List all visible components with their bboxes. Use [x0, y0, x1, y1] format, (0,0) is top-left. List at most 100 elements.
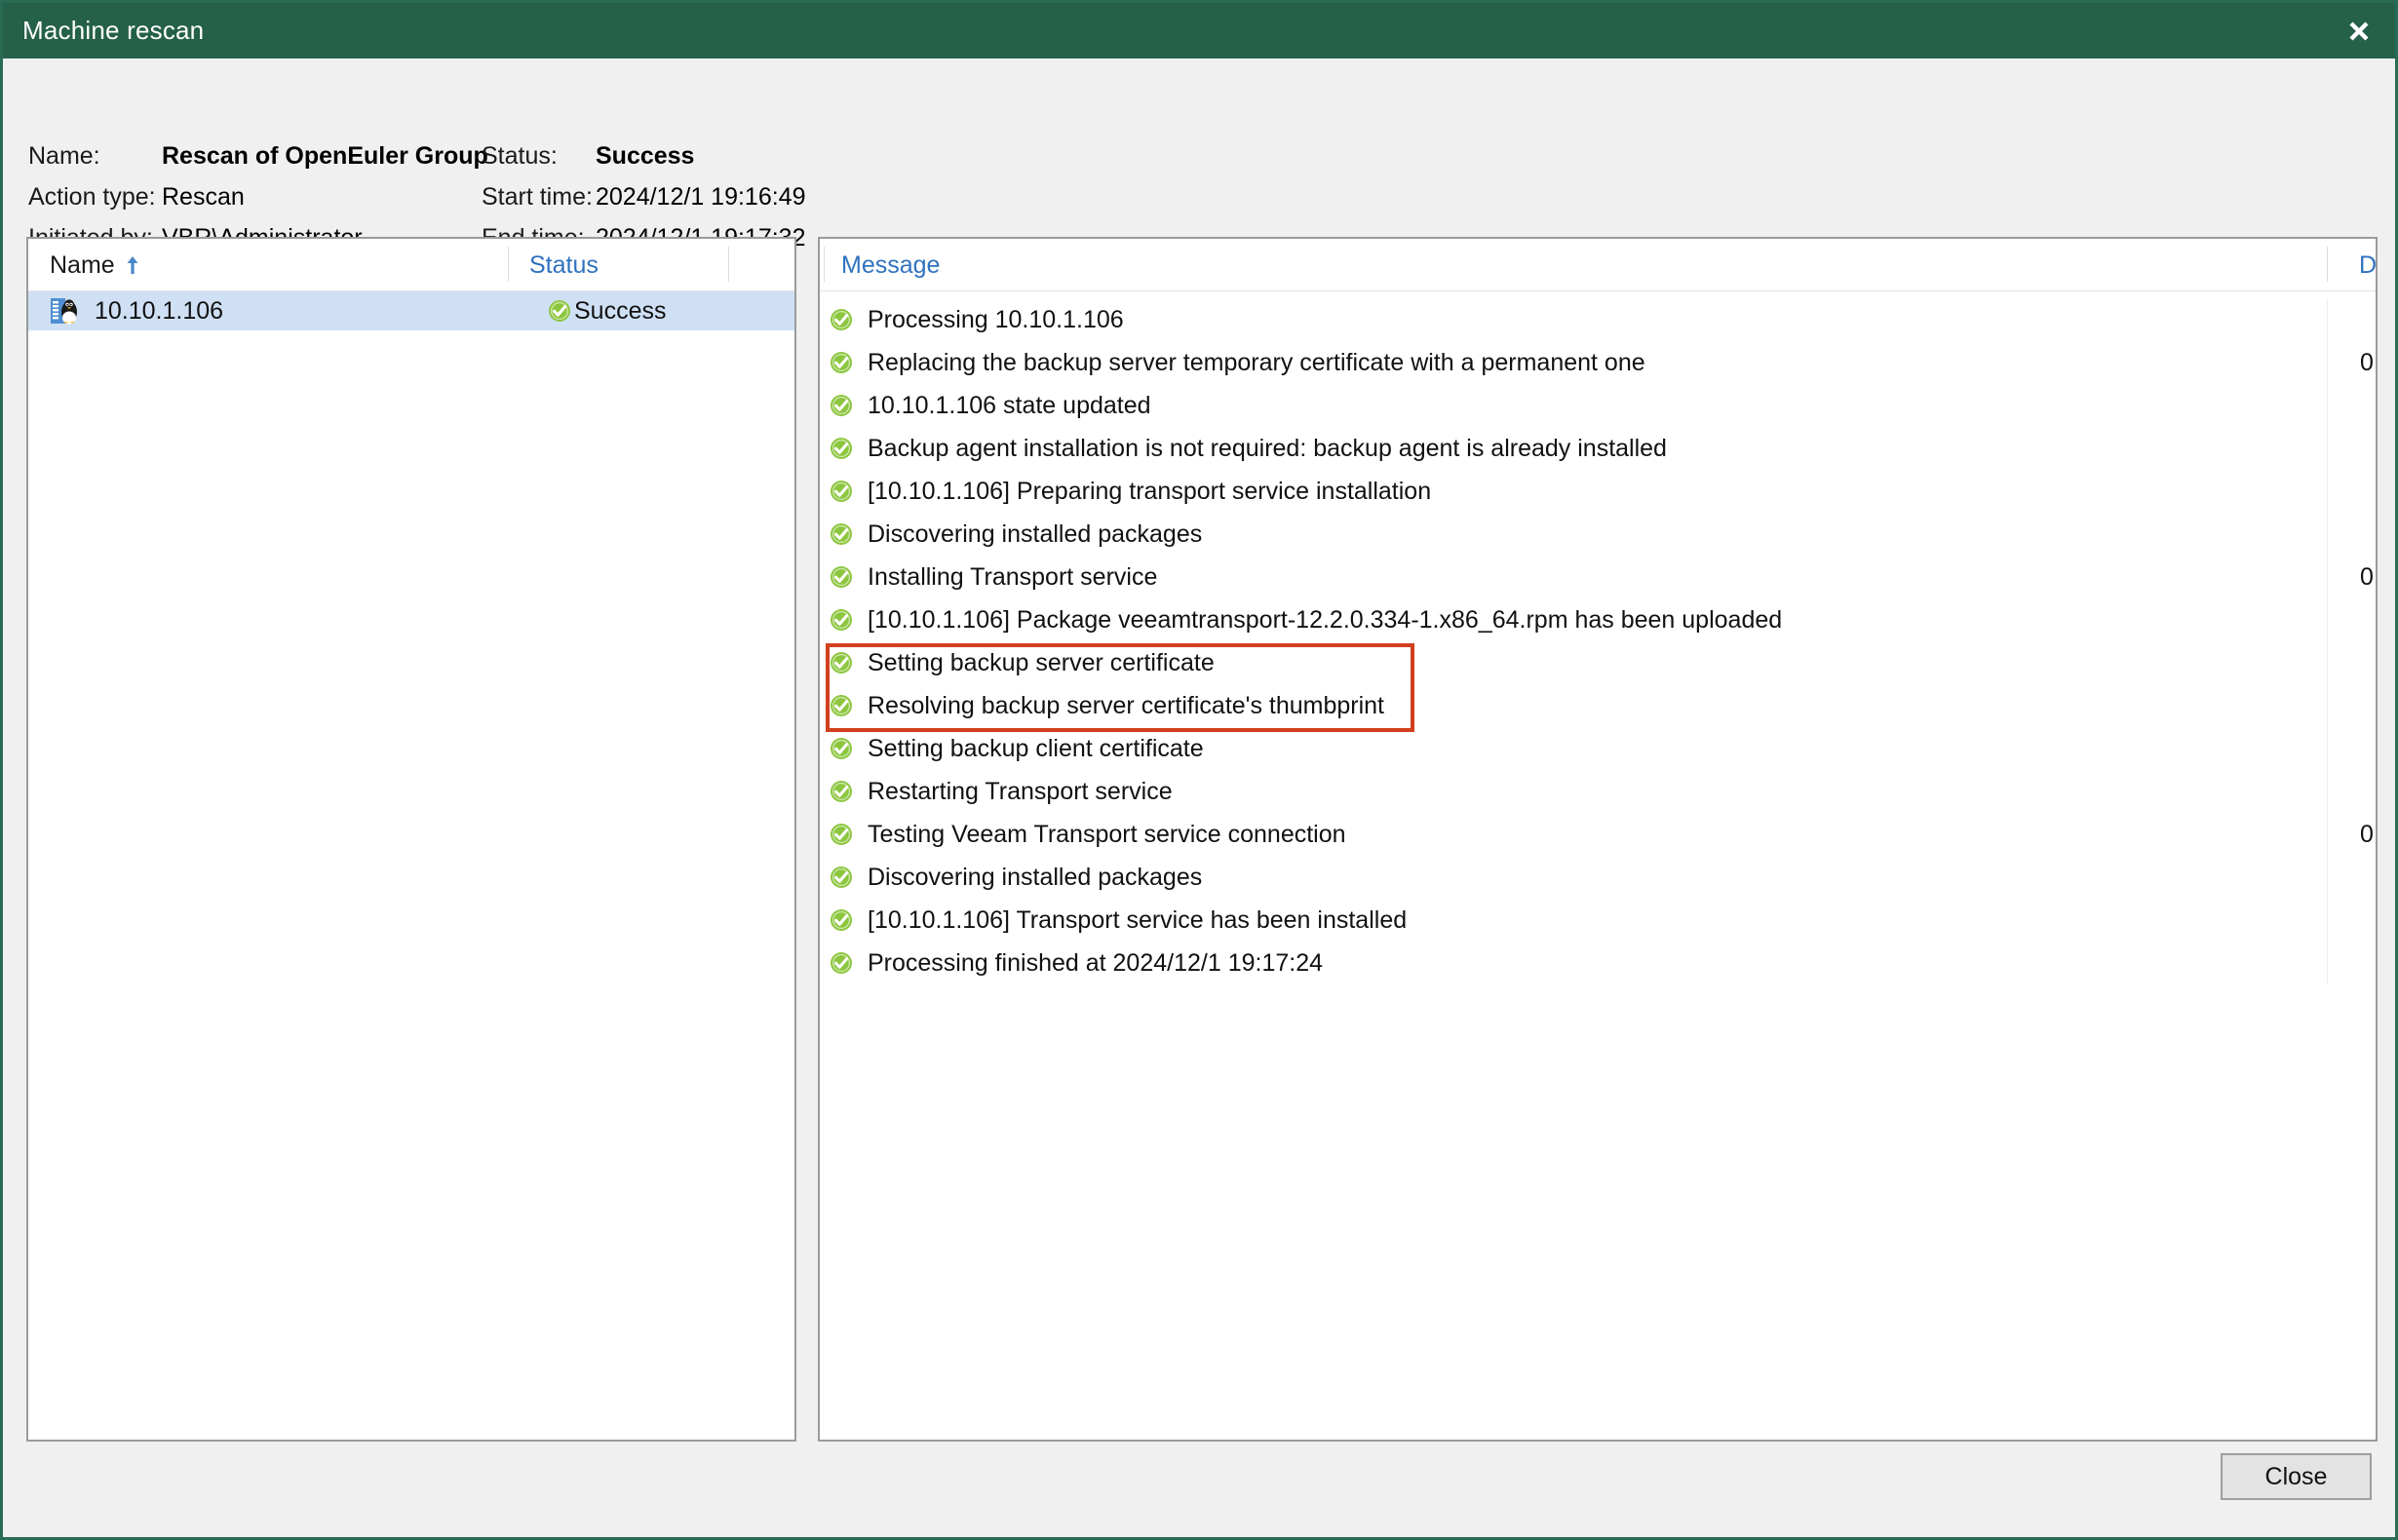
machines-list: 10.10.1.106 Success	[28, 291, 794, 330]
summary-action-type-value: Rescan	[162, 183, 245, 211]
message-row[interactable]: Processing 10.10.1.106	[820, 298, 2376, 341]
summary-name-label: Name:	[28, 142, 100, 170]
row-column-divider	[2327, 598, 2328, 641]
message-text: Replacing the backup server temporary ce…	[868, 348, 1645, 376]
success-check-icon	[830, 908, 853, 932]
row-column-divider	[2327, 384, 2328, 427]
message-text: Processing 10.10.1.106	[868, 305, 1124, 333]
message-duration: 0:00:03	[2360, 820, 2376, 848]
message-text: Resolving backup server certificate's th…	[868, 691, 1385, 719]
row-column-divider	[2327, 856, 2328, 899]
message-row[interactable]: Installing Transport service 0:00:11	[820, 556, 2376, 598]
message-row[interactable]: Discovering installed packages	[820, 513, 2376, 556]
row-column-divider	[2327, 942, 2328, 984]
row-column-divider	[2327, 770, 2328, 813]
summary-status-label: Status:	[482, 142, 558, 170]
column-divider[interactable]	[508, 247, 509, 282]
summary-start-time-label: Start time:	[482, 183, 593, 211]
message-text: Discovering installed packages	[868, 863, 1203, 891]
message-row[interactable]: Processing finished at 2024/12/1 19:17:2…	[820, 942, 2376, 984]
messages-panel: Message Duration Processing 10.10.1.106 R…	[818, 237, 2378, 1442]
message-row[interactable]: [10.10.1.106] Package veeamtransport-12.…	[820, 598, 2376, 641]
message-row[interactable]: Setting backup client certificate	[820, 727, 2376, 770]
success-check-icon	[830, 694, 853, 717]
message-text: [10.10.1.106] Transport service has been…	[868, 905, 1408, 934]
success-check-icon	[830, 522, 853, 546]
success-check-icon	[830, 737, 853, 760]
row-column-divider	[2327, 427, 2328, 470]
success-check-icon	[548, 299, 571, 323]
success-check-icon	[830, 651, 853, 674]
messages-column-header: Message Duration	[820, 239, 2376, 291]
success-check-icon	[830, 308, 853, 331]
column-divider[interactable]	[2327, 247, 2328, 282]
machine-name: 10.10.1.106	[95, 296, 224, 325]
dialog-footer: Close	[3, 1442, 2395, 1537]
message-text: Installing Transport service	[868, 562, 1158, 591]
machines-column-header: Name Status	[28, 239, 794, 291]
column-header-message[interactable]: Message	[841, 251, 940, 280]
message-row[interactable]: Testing Veeam Transport service connecti…	[820, 813, 2376, 856]
message-row[interactable]: 10.10.1.106 state updated	[820, 384, 2376, 427]
column-divider[interactable]	[728, 247, 729, 282]
success-check-icon	[830, 823, 853, 846]
row-column-divider	[2327, 684, 2328, 727]
message-duration: 0:00:11	[2360, 562, 2376, 591]
close-button[interactable]: Close	[2221, 1453, 2372, 1500]
message-row[interactable]: [10.10.1.106] Preparing transport servic…	[820, 470, 2376, 513]
row-column-divider	[2327, 298, 2328, 341]
summary-name-value: Rescan of OpenEuler Group	[162, 142, 488, 170]
message-text: Testing Veeam Transport service connecti…	[868, 820, 1346, 848]
machine-rescan-dialog: Machine rescan Name: Rescan of OpenEuler…	[0, 0, 2398, 1540]
message-text: Setting backup client certificate	[868, 734, 1204, 762]
message-text: Discovering installed packages	[868, 520, 1203, 548]
machines-panel: Name Status 10.10.1.106 Success	[26, 237, 796, 1442]
summary-header: Name: Rescan of OpenEuler Group Action t…	[3, 58, 2395, 251]
window-title: Machine rescan	[22, 16, 205, 45]
window-close-button[interactable]	[2323, 3, 2395, 58]
success-check-icon	[830, 480, 853, 503]
message-row[interactable]: Replacing the backup server temporary ce…	[820, 341, 2376, 384]
row-column-divider	[2327, 641, 2328, 684]
message-text: Processing finished at 2024/12/1 19:17:2…	[868, 948, 1324, 977]
message-text: 10.10.1.106 state updated	[868, 391, 1151, 419]
success-check-icon	[830, 394, 853, 417]
message-row[interactable]: Discovering installed packages	[820, 856, 2376, 899]
message-row[interactable]: Resolving backup server certificate's th…	[820, 684, 2376, 727]
row-column-divider	[2327, 556, 2328, 598]
column-divider[interactable]	[824, 247, 825, 282]
success-check-icon	[830, 866, 853, 889]
message-row[interactable]: [10.10.1.106] Transport service has been…	[820, 899, 2376, 942]
success-check-icon	[830, 437, 853, 460]
table-row[interactable]: 10.10.1.106 Success	[28, 291, 794, 330]
machine-status: Success	[574, 296, 667, 325]
row-column-divider	[2327, 341, 2328, 384]
column-header-duration[interactable]: Duration	[2359, 251, 2376, 280]
success-check-icon	[830, 608, 853, 632]
success-check-icon	[830, 351, 853, 374]
message-duration: 0:00:03	[2360, 348, 2376, 376]
message-row[interactable]: Setting backup server certificate	[820, 641, 2376, 684]
message-row[interactable]: Backup agent installation is not require…	[820, 427, 2376, 470]
message-text: [10.10.1.106] Preparing transport servic…	[868, 477, 1432, 505]
messages-list: Processing 10.10.1.106 Replacing the back…	[820, 291, 2376, 984]
column-header-status[interactable]: Status	[529, 251, 599, 280]
close-icon	[2346, 19, 2372, 44]
row-column-divider	[2327, 513, 2328, 556]
title-bar: Machine rescan	[3, 3, 2395, 58]
row-column-divider	[2327, 470, 2328, 513]
success-check-icon	[830, 565, 853, 589]
column-header-name[interactable]: Name	[50, 251, 115, 280]
success-check-icon	[830, 780, 853, 803]
message-text: [10.10.1.106] Package veeamtransport-12.…	[868, 605, 1783, 634]
row-column-divider	[2327, 727, 2328, 770]
message-row[interactable]: Restarting Transport service	[820, 770, 2376, 813]
linux-server-icon	[50, 297, 79, 325]
summary-action-type-label: Action type:	[28, 183, 156, 211]
message-text: Restarting Transport service	[868, 777, 1173, 805]
summary-start-time-value: 2024/12/1 19:16:49	[596, 183, 806, 211]
message-text: Setting backup server certificate	[868, 648, 1215, 676]
success-check-icon	[830, 951, 853, 975]
sort-ascending-arrow-icon	[126, 254, 139, 276]
summary-status-value: Success	[596, 142, 695, 170]
